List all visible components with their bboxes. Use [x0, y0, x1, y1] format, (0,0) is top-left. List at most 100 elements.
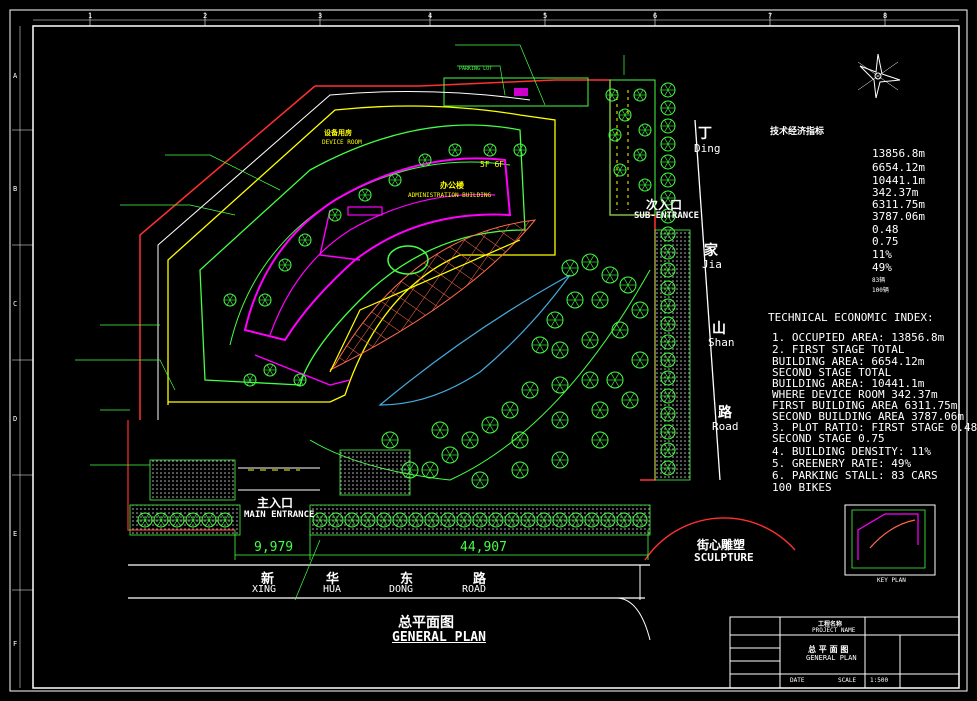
side-ruler-b: B [13, 185, 18, 193]
ruler-5: 5 [543, 12, 548, 20]
tree-symbol-27 [660, 82, 676, 98]
admin-label-cn: 办公楼 [440, 181, 464, 190]
tree-symbol-57 [551, 341, 569, 359]
tb-scale-value: 1:500 [870, 677, 889, 684]
ruler-8: 8 [883, 12, 888, 20]
device-label-en: DEVICE ROOM [322, 139, 362, 146]
tree-symbol-91 [513, 143, 527, 157]
floors-label: 5F 6F [480, 160, 505, 169]
east-road-char-4-cn: 路 [718, 405, 732, 421]
index-line-14: 100 BIKES [772, 481, 832, 494]
tree-symbol-63 [581, 371, 599, 389]
parking-lot-label: PARKING LOT [459, 66, 493, 72]
tree-symbol-51 [601, 266, 619, 284]
road-char-3-en: DONG [389, 584, 414, 595]
dimension-right: 44,907 [460, 540, 507, 555]
index-header-cn: 技术经济指标 [770, 127, 825, 137]
admin-label-en: ADMINISTRATION BUILDING [408, 192, 492, 199]
tree-symbol-55 [546, 311, 564, 329]
tree-symbol-86 [358, 188, 372, 202]
ruler-1: 1 [88, 12, 93, 20]
tree-symbol-75 [591, 431, 609, 449]
side-ruler-a: A [13, 72, 18, 80]
tree-symbol-30 [660, 136, 676, 152]
tree-symbol-101 [633, 148, 647, 162]
tree-symbol-50 [581, 253, 599, 271]
tree-symbol-68 [461, 431, 479, 449]
device-label-cn: 设备用房 [324, 129, 352, 137]
tree-symbol-92 [243, 373, 257, 387]
sculpture-en: SCULPTURE [694, 551, 754, 564]
east-road-char-2-cn: 家 [704, 243, 718, 259]
tree-symbol-69 [441, 446, 459, 464]
tree-symbol-99 [638, 123, 652, 137]
key-plan-label: KEY PLAN [877, 577, 906, 584]
side-ruler-c: C [13, 300, 18, 308]
tree-symbol-80 [431, 421, 449, 439]
index-cn-value-2: 6654.12m [872, 161, 925, 174]
tree-symbol-72 [551, 411, 569, 429]
north-arrow-icon [857, 53, 901, 99]
main-entrance-cn: 主入口 [257, 496, 294, 510]
tree-symbol-29 [660, 118, 676, 134]
east-road-char-1-en: Ding [694, 142, 721, 155]
ruler-4: 4 [428, 12, 433, 20]
tree-symbol-67 [481, 416, 499, 434]
dimension-left: 9,979 [254, 540, 294, 555]
tree-symbol-90 [483, 143, 497, 157]
index-cn-value-9: 11% [872, 248, 892, 261]
road-char-4-en: ROAD [462, 584, 487, 595]
tb-scale-label: SCALE [838, 677, 857, 684]
index-line-10: SECOND STAGE 0.75 [772, 432, 885, 445]
tree-symbol-78 [471, 471, 489, 489]
index-cn-value-12: 100辆 [872, 287, 889, 294]
tree-symbol-59 [611, 321, 629, 339]
tree-symbol-81 [381, 431, 399, 449]
tree-symbol-96 [605, 88, 619, 102]
ruler-2: 2 [203, 12, 208, 20]
road-char-2-en: HUA [323, 584, 342, 595]
tree-symbol-73 [591, 401, 609, 419]
east-road-char-1-cn: 丁 [698, 126, 712, 142]
index-cn-value-6: 3787.06m [872, 210, 925, 223]
side-ruler-e: E [13, 530, 18, 538]
tree-symbol-66 [501, 401, 519, 419]
tree-symbol-82 [258, 293, 272, 307]
tree-symbol-74 [621, 391, 639, 409]
tree-symbol-98 [618, 108, 632, 122]
tree-symbol-95 [223, 293, 237, 307]
tree-symbol-93 [263, 363, 277, 377]
tree-symbol-52 [619, 276, 637, 294]
drawing-title-en: GENERAL PLAN [392, 630, 486, 645]
tree-symbol-56 [531, 336, 549, 354]
tree-symbol-61 [631, 351, 649, 369]
ruler-3: 3 [318, 12, 323, 20]
tree-symbol-97 [633, 88, 647, 102]
tree-symbol-85 [328, 208, 342, 222]
side-ruler-d: D [13, 415, 18, 423]
index-cn-value-10: 49% [872, 261, 892, 274]
tree-symbol-60 [631, 301, 649, 319]
ruler-7: 7 [768, 12, 773, 20]
parking-sw [149, 459, 236, 501]
tree-symbol-54 [566, 291, 584, 309]
sub-entrance-en: SUB-ENTRANCE [634, 211, 700, 221]
east-road-char-3-cn: 山 [712, 321, 726, 337]
tree-symbol-70 [421, 461, 439, 479]
tree-symbol-49 [561, 259, 579, 277]
tree-symbol-100 [608, 128, 622, 142]
tree-symbol-102 [613, 163, 627, 177]
index-cn-value-1: 13856.8m [872, 147, 925, 160]
road-char-1-en: XING [252, 584, 277, 595]
drawing-title-cn: 总平面图 [398, 615, 454, 631]
tree-symbol-103 [638, 178, 652, 192]
index-header-en: TECHNICAL ECONOMIC INDEX: [768, 311, 934, 324]
tree-symbol-64 [551, 376, 569, 394]
tree-symbol-87 [388, 173, 402, 187]
frame-ticks [12, 12, 886, 591]
east-road-char-2-en: Jia [702, 258, 722, 271]
tree-symbol-65 [521, 381, 539, 399]
tree-symbol-83 [278, 258, 292, 272]
tree-symbol-84 [298, 233, 312, 247]
main-entrance-en: MAIN ENTRANCE [244, 510, 315, 520]
